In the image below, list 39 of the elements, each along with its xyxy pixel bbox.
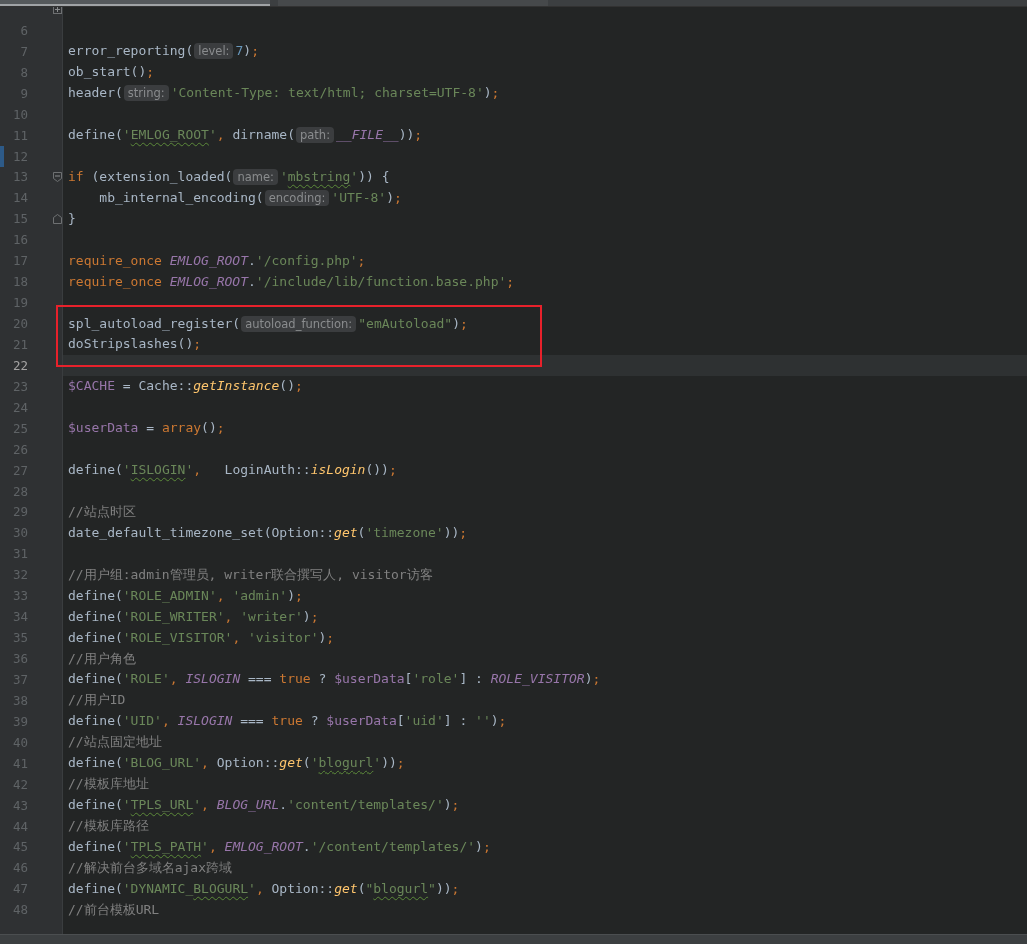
- code-line: date_default_timezone_set(Option::get('timezone'));: [67, 523, 468, 542]
- code-line: define('TPLS_URL', BLOG_URL.'content/templates/');: [67, 796, 460, 815]
- code-comment: //解决前台多域名ajax跨域: [67, 858, 232, 877]
- code-line: error_reporting( level: 7);: [67, 42, 259, 62]
- code-line: define('ROLE_VISITOR', 'visitor');: [67, 628, 335, 647]
- code-comment: //前台模板URL: [67, 900, 160, 919]
- horizontal-scrollbar[interactable]: [0, 934, 1027, 944]
- code-line: $CACHE = Cache::getInstance();: [67, 377, 303, 396]
- code-line: define('ROLE_ADMIN', 'admin');: [67, 586, 303, 605]
- code-line: define('ROLE_WRITER', 'writer');: [67, 607, 319, 626]
- code-line: define('EMLOG_ROOT', dirname( path: __FILE__));: [67, 126, 423, 146]
- code-comment: //站点时区: [67, 502, 136, 521]
- code-line: ob_start();: [67, 63, 155, 82]
- code-line: header( string: 'Content-Type: text/html; charset=UTF-8');: [67, 84, 500, 104]
- code-line: }: [67, 209, 76, 228]
- code-comment: //用户ID: [67, 691, 126, 710]
- code-comment: //模板库路径: [67, 817, 149, 836]
- code-comment: //模板库地址: [67, 775, 149, 794]
- code-comment: //用户角色: [67, 649, 136, 668]
- code-comment: //用户组:admin管理员, writer联合撰写人, visitor访客: [67, 565, 433, 584]
- fold-end-icon[interactable]: [52, 213, 62, 224]
- line-number: 22: [11, 357, 28, 373]
- fold-collapse-icon[interactable]: [52, 171, 62, 182]
- editor-tab[interactable]: [0, 0, 270, 6]
- code-line: define('ISLOGIN', LoginAuth::isLogin());: [67, 461, 397, 480]
- code-line: doStripslashes();: [67, 335, 202, 354]
- code-line: define('BLOG_URL', Option::get('blogurl'));: [67, 754, 405, 773]
- code-line: define('UID', ISLOGIN === true ? $userData['uid'] : '');: [67, 712, 507, 731]
- code-line: mb_internal_encoding( encoding: 'UTF-8');: [98, 188, 402, 208]
- code-line: require_once EMLOG_ROOT.'/include/lib/function.base.php';: [67, 272, 515, 291]
- code-line: define('ROLE', ISLOGIN === true ? $userData['role'] : ROLE_VISITOR);: [67, 670, 601, 689]
- code-line: if (extension_loaded( name: 'mbstring')) {: [67, 167, 390, 187]
- code-line: spl_autoload_register( autoload_function: "emAutoload");: [67, 314, 468, 334]
- code-comment: //站点固定地址: [67, 733, 162, 752]
- code-line: require_once EMLOG_ROOT.'/config.php';: [67, 251, 366, 270]
- code-line: define('DYNAMIC_BLOGURL', Option::get("blogurl"));: [67, 879, 460, 898]
- code-line: $userData = array();: [67, 419, 225, 438]
- fold-expand-icon[interactable]: [52, 4, 62, 14]
- code-line: define('TPLS_PATH', EMLOG_ROOT.'/content/templates/');: [67, 837, 491, 856]
